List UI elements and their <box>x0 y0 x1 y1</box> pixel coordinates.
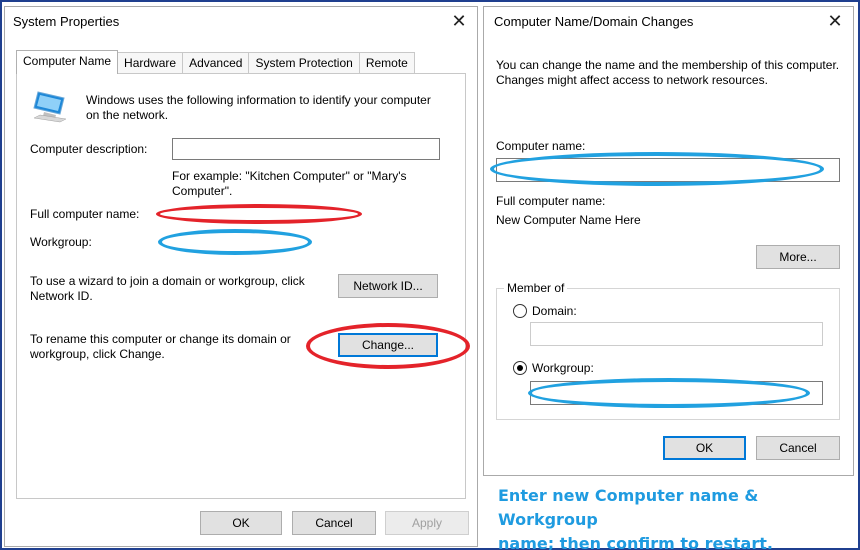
computer-icon <box>33 91 67 123</box>
caption-line-2: name; then confirm to restart. <box>498 534 773 550</box>
cancel-button[interactable]: Cancel <box>292 511 376 535</box>
dialog-ok-button-label: OK <box>695 441 714 455</box>
dialog-full-name-value: New Computer Name Here <box>496 213 641 227</box>
dialog-cancel-button[interactable]: Cancel <box>756 436 840 460</box>
change-button-highlight <box>306 323 470 369</box>
full-computer-name-label: Full computer name: <box>30 207 140 221</box>
dialog-close-icon[interactable]: ✕ <box>825 11 845 31</box>
workgroup-label: Workgroup: <box>30 235 92 249</box>
apply-button-label: Apply <box>411 516 443 530</box>
cancel-button-label: Cancel <box>315 516 353 530</box>
domain-label: Domain: <box>532 304 577 318</box>
intro-text: Windows uses the following information t… <box>86 93 431 122</box>
dialog-full-name-label: Full computer name: <box>496 194 606 208</box>
network-id-button[interactable]: Network ID... <box>338 274 438 298</box>
dialog-cancel-button-label: Cancel <box>779 441 817 455</box>
dialog-intro-text: You can change the name and the membersh… <box>496 58 840 87</box>
tab-system-protection[interactable]: System Protection <box>248 52 360 74</box>
tab-strip: Computer Name Hardware Advanced System P… <box>16 50 415 74</box>
instruction-caption: Enter new Computer name & Workgroup name… <box>498 484 854 550</box>
workgroup-highlight <box>158 229 312 255</box>
tab-computer-name[interactable]: Computer Name <box>16 50 119 74</box>
computer-name-highlight <box>490 152 824 186</box>
apply-button[interactable]: Apply <box>385 511 469 535</box>
wizard-text: To use a wizard to join a domain or work… <box>30 274 305 303</box>
system-properties-title: System Properties <box>13 14 120 29</box>
workgroup-input-highlight <box>528 378 810 408</box>
workgroup-radio[interactable] <box>513 361 527 375</box>
ok-button-label: OK <box>232 516 250 530</box>
tab-remote[interactable]: Remote <box>358 52 415 74</box>
computer-description-label: Computer description: <box>30 142 148 156</box>
dialog-workgroup-label: Workgroup: <box>532 361 594 375</box>
rename-text: To rename this computer or change its do… <box>30 332 291 361</box>
member-of-label: Member of <box>504 281 568 296</box>
domain-changes-titlebar: Computer Name/Domain Changes <box>484 7 853 37</box>
domain-radio[interactable] <box>513 304 527 318</box>
close-icon[interactable]: ✕ <box>449 11 469 31</box>
domain-changes-title: Computer Name/Domain Changes <box>494 14 694 29</box>
example-text: For example: "Kitchen Computer" or "Mary… <box>172 169 407 198</box>
dialog-ok-button[interactable]: OK <box>663 436 746 460</box>
computer-description-input[interactable] <box>172 138 440 160</box>
tab-hardware[interactable]: Hardware <box>117 52 184 74</box>
domain-input[interactable] <box>530 322 823 346</box>
full-name-highlight <box>156 204 362 224</box>
more-button-label: More... <box>779 250 817 264</box>
network-id-button-label: Network ID... <box>353 279 423 293</box>
more-button[interactable]: More... <box>756 245 840 269</box>
tab-advanced[interactable]: Advanced <box>182 52 250 74</box>
caption-line-1: Enter new Computer name & Workgroup <box>498 486 759 529</box>
computer-name-label: Computer name: <box>496 139 586 153</box>
ok-button[interactable]: OK <box>200 511 282 535</box>
system-properties-titlebar: System Properties <box>5 7 477 37</box>
